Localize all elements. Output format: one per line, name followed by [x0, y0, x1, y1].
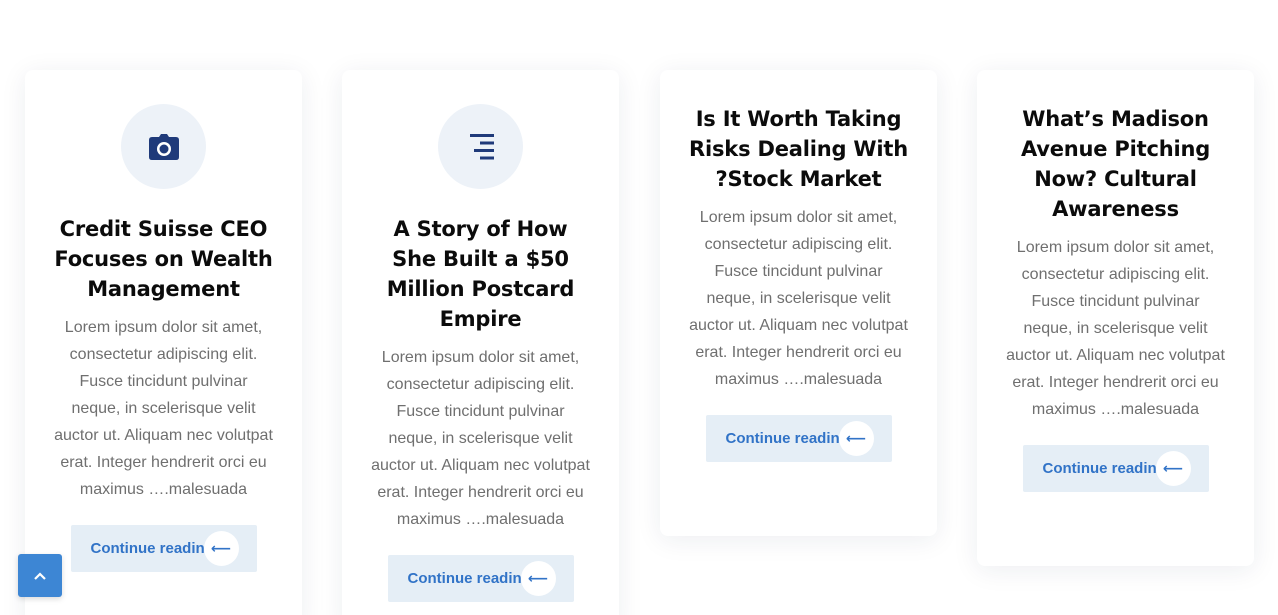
card-icon-circle: [121, 104, 206, 189]
card-excerpt: Lorem ipsum dolor sit amet, consectetur …: [689, 209, 908, 388]
continue-reading-button[interactable]: Continue reading ⟵: [1022, 445, 1209, 492]
continue-reading-label: Continue reading: [407, 570, 531, 587]
scroll-to-top-button[interactable]: [18, 554, 62, 597]
blog-card: What’s Madison Avenue Pitching Now? Cult…: [977, 70, 1254, 566]
card-icon-circle: [438, 104, 523, 189]
card-title[interactable]: A Story of How She Built a $50 Million P…: [370, 214, 591, 334]
blog-section: Credit Suisse CEO Focuses on Wealth Mana…: [0, 0, 1278, 615]
card-title[interactable]: Is It Worth Taking Risks Dealing With ?S…: [688, 104, 909, 194]
continue-reading-button[interactable]: Continue reading ⟵: [387, 555, 574, 602]
blog-card: A Story of How She Built a $50 Million P…: [342, 70, 619, 615]
continue-reading-label: Continue reading: [725, 430, 849, 447]
card-excerpt: Lorem ipsum dolor sit amet, consectetur …: [54, 319, 273, 498]
chevron-up-icon: [34, 567, 46, 585]
continue-reading-label: Continue reading: [1042, 460, 1166, 477]
blog-card: Is It Worth Taking Risks Dealing With ?S…: [660, 70, 937, 536]
arrow-left-icon: ⟵: [203, 531, 239, 566]
arrow-left-icon: ⟵: [520, 561, 556, 596]
card-excerpt: Lorem ipsum dolor sit amet, consectetur …: [371, 349, 590, 528]
continue-reading-button[interactable]: Continue reading ⟵: [705, 415, 892, 462]
continue-reading-button[interactable]: Continue reading ⟵: [70, 525, 257, 572]
arrow-left-icon: ⟵: [1155, 451, 1191, 486]
card-title[interactable]: Credit Suisse CEO Focuses on Wealth Mana…: [53, 214, 274, 304]
continue-reading-label: Continue reading: [90, 540, 214, 557]
align-right-icon: [468, 133, 494, 160]
card-title[interactable]: What’s Madison Avenue Pitching Now? Cult…: [1005, 104, 1226, 224]
camera-icon: [148, 133, 179, 160]
arrow-left-icon: ⟵: [838, 421, 874, 456]
card-excerpt: Lorem ipsum dolor sit amet, consectetur …: [1006, 239, 1225, 418]
blog-card: Credit Suisse CEO Focuses on Wealth Mana…: [25, 70, 302, 615]
